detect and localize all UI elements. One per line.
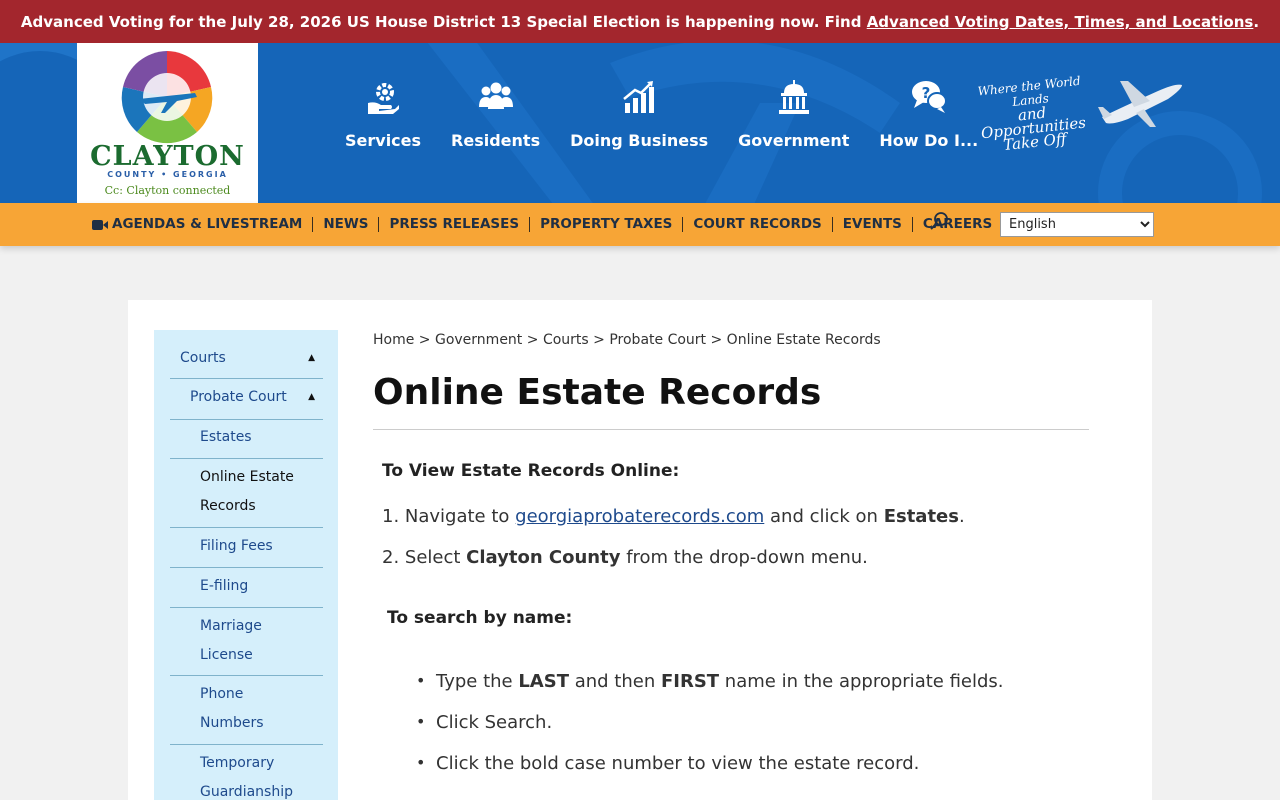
util-news[interactable]: NEWS bbox=[313, 216, 380, 232]
breadcrumb: Home > Government > Courts > Probate Cou… bbox=[373, 332, 881, 348]
util-events[interactable]: EVENTS bbox=[833, 217, 913, 232]
util-label: COURT RECORDS bbox=[693, 216, 822, 232]
util-press-releases[interactable]: PRESS RELEASES bbox=[379, 216, 531, 232]
nav-label: How Do I... bbox=[879, 131, 979, 150]
nav-label: Services bbox=[345, 131, 422, 150]
sidebar-item-label: Filing Fees bbox=[200, 538, 273, 554]
advanced-voting-link[interactable]: Advanced Voting Dates, Times, and Locati… bbox=[867, 13, 1254, 31]
sidebar-item-online-estate-records[interactable]: Online Estate Records bbox=[170, 463, 323, 528]
step1-end: . bbox=[958, 506, 965, 527]
sidebar-item-e-filing[interactable]: E-filing bbox=[170, 572, 323, 608]
nav-doing-business[interactable]: Doing Business bbox=[555, 79, 723, 169]
logo-tagline: Cc: Clayton connected bbox=[104, 184, 231, 197]
title-divider bbox=[373, 429, 1089, 430]
step1-middle: and click on bbox=[764, 506, 884, 527]
collapse-triangle-icon[interactable]: ▲ bbox=[308, 344, 315, 373]
capitol-icon bbox=[778, 80, 809, 114]
question-bubble-icon: ? bbox=[911, 81, 947, 113]
globe-icon bbox=[121, 51, 213, 144]
view-records-heading: To View Estate Records Online: bbox=[382, 461, 680, 481]
step1-prefix: 1. Navigate to bbox=[382, 506, 516, 527]
breadcrumb-probate-court[interactable]: Probate Court bbox=[609, 332, 706, 348]
util-careers[interactable]: CAREERS bbox=[913, 217, 1002, 232]
breadcrumb-current: Online Estate Records bbox=[726, 332, 881, 348]
breadcrumb-separator: > bbox=[418, 332, 431, 348]
sidebar-item-phone-numbers[interactable]: Phone Numbers bbox=[170, 680, 323, 745]
step-1: 1. Navigate to georgiaprobaterecords.com… bbox=[382, 506, 965, 527]
breadcrumb-courts[interactable]: Courts bbox=[543, 332, 589, 348]
nav-label: Government bbox=[738, 131, 850, 150]
search-icon[interactable] bbox=[929, 211, 949, 231]
nav-government[interactable]: Government bbox=[723, 79, 864, 169]
sidebar-item-label: Courts bbox=[180, 350, 226, 366]
bullet1-last: LAST bbox=[518, 671, 569, 692]
logo-subtitle: COUNTY • GEORGIA bbox=[107, 170, 228, 179]
svg-text:?: ? bbox=[921, 84, 930, 102]
sidebar-item-label: E-filing bbox=[200, 578, 249, 594]
sidebar-item-probate-court[interactable]: Probate Court ▲ bbox=[170, 383, 323, 420]
sidebar-item-label: Marriage License bbox=[200, 618, 262, 663]
util-court-records[interactable]: COURT RECORDS bbox=[683, 216, 833, 232]
page-title: Online Estate Records bbox=[373, 372, 822, 413]
sidebar-item-label: Probate Court bbox=[190, 389, 287, 405]
breadcrumb-government[interactable]: Government bbox=[435, 332, 522, 348]
search-by-name-heading: To search by name: bbox=[387, 608, 573, 628]
main-nav: Services Residents Doing Business Govern… bbox=[330, 79, 993, 169]
logo-wordmark: CLAYTON bbox=[90, 141, 245, 172]
util-label: PROPERTY TAXES bbox=[540, 216, 673, 232]
sidebar-item-estates[interactable]: Estates bbox=[170, 423, 323, 459]
nav-residents[interactable]: Residents bbox=[436, 79, 555, 169]
util-label: PRESS RELEASES bbox=[389, 216, 520, 232]
chart-icon bbox=[623, 81, 655, 113]
list-item: Click the bold case number to view the e… bbox=[416, 753, 919, 774]
alert-banner: Advanced Voting for the July 28, 2026 US… bbox=[0, 0, 1280, 43]
sidebar-item-label: Online Estate Records bbox=[200, 469, 294, 514]
sidebar-item-label: Estates bbox=[200, 429, 252, 445]
step2-prefix: 2. Select bbox=[382, 547, 467, 568]
sidebar-item-label: Temporary Guardianship bbox=[200, 755, 293, 800]
airplane-icon bbox=[1098, 81, 1182, 127]
nav-services[interactable]: Services bbox=[330, 79, 436, 169]
util-agendas-livestream[interactable]: AGENDAS & LIVESTREAM bbox=[92, 216, 314, 232]
video-camera-icon bbox=[92, 219, 108, 230]
sidebar-item-filing-fees[interactable]: Filing Fees bbox=[170, 532, 323, 568]
util-label: EVENTS bbox=[842, 216, 902, 232]
step-2: 2. Select Clayton County from the drop-d… bbox=[382, 547, 868, 568]
people-icon bbox=[478, 82, 513, 109]
alert-text: Advanced Voting for the July 28, 2026 US… bbox=[20, 12, 862, 31]
util-property-taxes[interactable]: PROPERTY TAXES bbox=[530, 216, 684, 232]
step2-end: from the drop-down menu. bbox=[620, 547, 868, 568]
sidebar-item-temporary-guardianship[interactable]: Temporary Guardianship bbox=[170, 749, 323, 800]
step2-county: Clayton County bbox=[466, 547, 621, 568]
nav-label: Doing Business bbox=[570, 131, 709, 150]
step1-estates: Estates bbox=[883, 506, 959, 527]
nav-label: Residents bbox=[451, 131, 541, 150]
bullet1-end: name in the appropriate fields. bbox=[719, 671, 1004, 692]
sidebar-nav: Courts ▲ Probate Court ▲ Estates Online … bbox=[154, 330, 338, 800]
sidebar-item-courts[interactable]: Courts ▲ bbox=[170, 344, 323, 379]
utility-links: AGENDAS & LIVESTREAM NEWS PRESS RELEASES… bbox=[92, 203, 1002, 246]
site-header: CLAYTON COUNTY • GEORGIA Cc: Clayton con… bbox=[0, 43, 1280, 203]
sidebar-item-label: Phone Numbers bbox=[200, 686, 264, 731]
gear-hand-icon bbox=[368, 83, 400, 114]
georgia-probate-records-link[interactable]: georgiaprobaterecords.com bbox=[515, 506, 764, 527]
util-label: AGENDAS & LIVESTREAM bbox=[112, 216, 303, 232]
breadcrumb-separator: > bbox=[593, 332, 605, 348]
clayton-county-logo[interactable]: CLAYTON COUNTY • GEORGIA Cc: Clayton con… bbox=[77, 43, 258, 203]
list-item: Type the LAST and then FIRST name in the… bbox=[416, 671, 1004, 692]
breadcrumb-separator: > bbox=[710, 332, 723, 348]
sidebar-item-marriage-license[interactable]: Marriage License bbox=[170, 612, 323, 676]
collapse-triangle-icon[interactable]: ▲ bbox=[308, 383, 315, 412]
breadcrumb-home[interactable]: Home bbox=[373, 332, 414, 348]
util-label: NEWS bbox=[323, 216, 369, 232]
breadcrumb-separator: > bbox=[526, 332, 539, 348]
bullet1-middle: and then bbox=[568, 671, 661, 692]
alert-end: . bbox=[1253, 12, 1260, 31]
bullet1-first: FIRST bbox=[660, 671, 720, 692]
bullet1-prefix: Type the bbox=[436, 671, 519, 692]
list-item: Click Search. bbox=[416, 712, 552, 733]
header-tagline: Where the World Lands and Opportunities … bbox=[969, 73, 1096, 155]
language-select[interactable]: English bbox=[1000, 212, 1154, 237]
